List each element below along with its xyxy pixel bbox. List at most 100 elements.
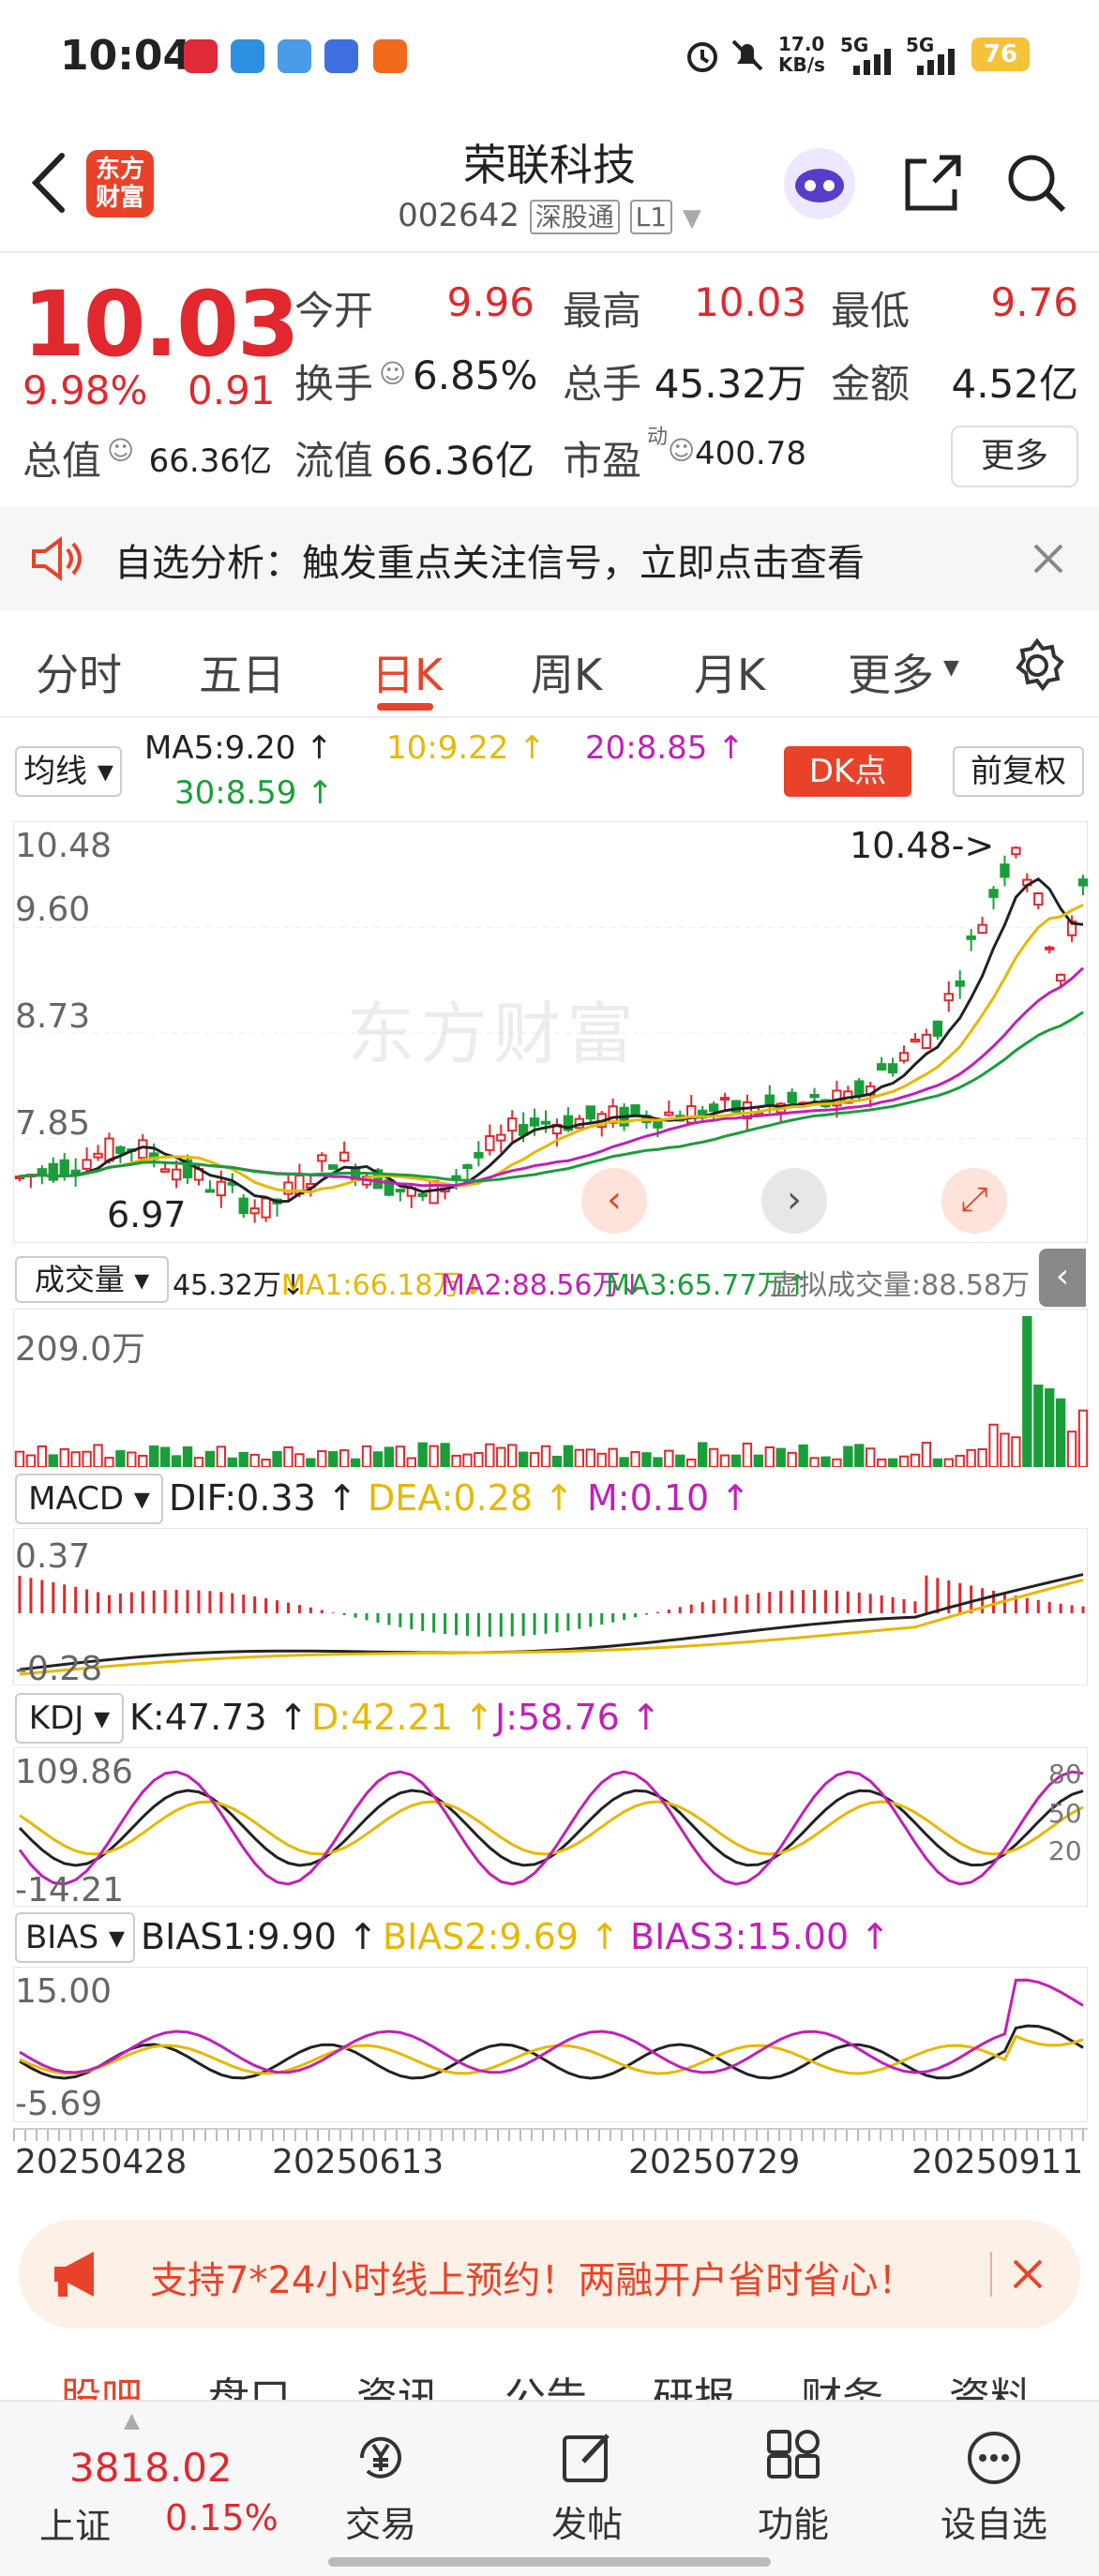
candle [719, 1097, 730, 1101]
macd-selector[interactable]: MACD ▾ [15, 1474, 163, 1524]
tab-weekly-k[interactable]: 周K [531, 641, 602, 703]
indicator-line [19, 1800, 1084, 1856]
volume-bar [474, 1452, 484, 1469]
volume-bar [955, 1454, 965, 1469]
functions-button[interactable]: 功能 [728, 2428, 859, 2547]
ma-selector[interactable]: 均线 ▾ [15, 746, 122, 797]
tab-news[interactable]: 资讯 [356, 2364, 439, 2400]
info-icon[interactable]: ☺ [668, 435, 695, 466]
volume-bar [820, 1456, 831, 1468]
date-label: 20250428 [15, 2143, 188, 2181]
indicator-line [19, 1978, 1084, 2074]
grid-icon [767, 2430, 820, 2479]
chevron-down-icon[interactable]: ▼ [683, 204, 701, 232]
kdj-y-max: 109.86 [15, 1753, 133, 1791]
candle [529, 1117, 540, 1127]
indicator-line [18, 1770, 1084, 1886]
volume-bar [887, 1458, 898, 1468]
candle [540, 1120, 551, 1125]
candle [485, 1134, 495, 1151]
tab-finance[interactable]: 财务 [801, 2364, 883, 2400]
pe-label: 市盈 [563, 438, 642, 484]
volume-bar [787, 1451, 797, 1469]
next-button[interactable]: › [761, 1168, 827, 1234]
volume-bar [764, 1445, 775, 1468]
prev-button[interactable]: ‹ [581, 1168, 647, 1234]
status-time: 10:04 [60, 32, 192, 80]
info-icon[interactable]: ☺ [379, 358, 406, 389]
post-button[interactable]: 发帖 [521, 2428, 653, 2547]
bias-selector[interactable]: BIAS ▾ [15, 1912, 135, 1963]
fullscreen-button[interactable]: ⤢ [941, 1168, 1007, 1234]
close-icon[interactable] [1031, 542, 1065, 576]
stock-code: 002642 [398, 197, 519, 234]
tab-monthly-k[interactable]: 月K [694, 641, 765, 703]
share-icon[interactable] [900, 150, 966, 216]
caret-down-icon: ▼ [943, 656, 959, 680]
tab-forum[interactable]: 股吧 [60, 2364, 143, 2400]
tab-daily-k[interactable]: 日K [371, 641, 443, 703]
tab-research[interactable]: 研报 [653, 2364, 735, 2400]
volume-bar [406, 1457, 416, 1468]
change-amount: 0.91 [188, 367, 276, 413]
volume-bar [82, 1450, 92, 1468]
dk-point-button[interactable]: DK点 [784, 746, 911, 797]
volume-bar [977, 1448, 987, 1468]
more-button[interactable]: 更多 [951, 426, 1078, 487]
tab-five-day[interactable]: 五日 [199, 641, 285, 703]
close-icon[interactable] [1011, 2257, 1045, 2291]
candle [115, 1146, 126, 1155]
open-label: 今开 [294, 288, 374, 334]
high-value: 10.03 [694, 279, 807, 325]
yen-icon [359, 2436, 401, 2479]
tab-profile[interactable]: 资料 [949, 2364, 1031, 2400]
kdj-svg [18, 1770, 1084, 1886]
tab-intraday[interactable]: 分时 [36, 641, 122, 703]
volume-value: 45.32万 [654, 361, 806, 407]
bias1: BIAS1:9.90 ↑ [141, 1916, 378, 1957]
virtual-volume: 虚拟成交量:88.58万 [771, 1269, 1030, 1302]
volume-bar [14, 1450, 25, 1468]
candle [328, 1164, 339, 1170]
volume-bar [171, 1455, 182, 1468]
add-watchlist-button[interactable]: 设自选 [928, 2428, 1060, 2547]
info-icon[interactable]: ☺ [107, 435, 134, 466]
candle [417, 1192, 428, 1198]
volume-bar [630, 1450, 640, 1468]
tab-more[interactable]: 更多 [848, 641, 934, 703]
collapse-tab[interactable]: ‹ [1039, 1249, 1086, 1307]
volume-bar [1077, 1409, 1089, 1468]
analysis-banner[interactable]: 自选分析：触发重点关注信号，立即点击查看 [0, 506, 1099, 611]
candle [876, 1063, 887, 1071]
indicator-line [19, 1579, 1084, 1676]
tab-orderbook[interactable]: 盘口 [208, 2364, 291, 2400]
low-label: 最低 [831, 288, 911, 334]
promo-banner[interactable]: 支持7*24小时线上预约！两融开户省时省心！ [19, 2220, 1080, 2329]
volume-bar [361, 1445, 372, 1469]
volume-selector[interactable]: 成交量 ▾ [15, 1256, 169, 1303]
kdj-selector-label: KDJ [28, 1700, 84, 1737]
volume-chart[interactable] [13, 1309, 1089, 1469]
search-icon[interactable] [1003, 150, 1069, 216]
kline-y-max: 10.48 [15, 827, 113, 865]
candle [1055, 973, 1066, 982]
tab-announcements[interactable]: 公告 [504, 2364, 587, 2400]
candle [474, 1151, 484, 1159]
candle [977, 923, 987, 935]
low-value: 9.76 [990, 279, 1078, 325]
index-widget[interactable]: ▲ 3818.02 上证 0.15% [38, 2409, 300, 2550]
kdj-selector[interactable]: KDJ ▾ [15, 1693, 124, 1744]
kdj-chart[interactable] [13, 1747, 1088, 1907]
bias-chart[interactable] [13, 1967, 1088, 2122]
volume-bar [339, 1449, 350, 1468]
macd-chart[interactable] [13, 1528, 1088, 1685]
adjust-button[interactable]: 前复权 [953, 746, 1084, 797]
volume-bar [395, 1445, 406, 1468]
robot-assistant-icon[interactable] [780, 144, 859, 223]
settings-icon[interactable] [1009, 637, 1065, 694]
candle [966, 935, 976, 940]
trade-button[interactable]: 交易 [315, 2428, 446, 2547]
volume-bar [742, 1442, 753, 1468]
candle [261, 1197, 271, 1219]
volume-bar [719, 1454, 730, 1469]
